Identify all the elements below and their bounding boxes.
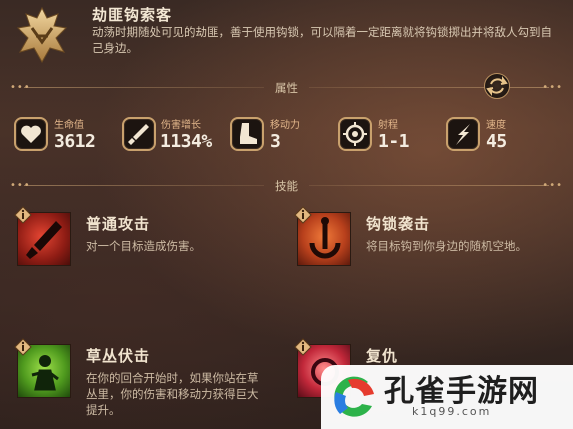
stat-speed [446, 117, 480, 151]
info-icon[interactable] [14, 338, 32, 356]
watermark-text: 孔雀手游网 [384, 374, 539, 409]
stat-label: 速度 [486, 120, 506, 131]
skill-description: 在你的回合开始时，如果你站在草丛里，你的伤害和移动力获得巨大提升。 [86, 371, 259, 417]
stat-label: 移动力 [270, 120, 300, 131]
stat-label: 生命值 [54, 120, 84, 131]
stat-movement [230, 117, 264, 151]
stat-value: 3612 [54, 131, 96, 152]
attributes-divider: ••• 属性 ••• [10, 81, 563, 95]
watermark-logo-icon [334, 376, 374, 417]
stat-label: 伤害增长 [161, 120, 201, 131]
info-icon[interactable] [14, 206, 32, 224]
skill-card[interactable]: 钩锁袭击 将目标钩到你身边的随机空地。 [294, 206, 564, 276]
stat-value: 1-1 [378, 131, 410, 152]
heart-icon [14, 117, 48, 151]
boot-icon [230, 117, 264, 151]
skill-name: 草丛伏击 [86, 347, 151, 365]
skill-card[interactable]: 草丛伏击 在你的回合开始时，如果你站在草丛里，你的伤害和移动力获得巨大提升。 [14, 338, 294, 418]
skill-name: 复仇 [366, 347, 399, 365]
swap-view-button[interactable] [484, 73, 510, 99]
target-icon [338, 117, 372, 151]
skills-heading: 技能 [275, 179, 298, 193]
skill-card[interactable]: 普通攻击 对一个目标造成伤害。 [14, 206, 274, 276]
stat-value: 45 [486, 131, 507, 152]
unit-description: 动荡时期随处可见的劫匪，善于使用钩锁，可以隔着一定距离就将钩锁掷出并将敌人勾到自… [92, 25, 552, 55]
stat-value: 3 [270, 131, 281, 152]
unit-name: 劫匪钩索客 [92, 6, 173, 24]
skill-description: 将目标钩到你身边的随机空地。 [366, 239, 527, 253]
stat-range [338, 117, 372, 151]
skill-name: 钩锁袭击 [366, 215, 431, 233]
stat-value: 1134% [160, 131, 212, 152]
watermark-url: k1q99.com [412, 405, 492, 418]
sword-icon [122, 117, 156, 151]
skills-divider: ••• 技能 ••• [10, 179, 563, 193]
swap-arrows-icon [486, 76, 508, 96]
skill-name: 普通攻击 [86, 215, 151, 233]
unit-class-crest-icon [16, 6, 68, 64]
stat-label: 射程 [378, 120, 398, 131]
attributes-heading: 属性 [275, 81, 298, 95]
speed-icon [446, 117, 480, 151]
skill-description: 对一个目标造成伤害。 [86, 239, 201, 253]
stat-hp [14, 117, 48, 151]
info-icon[interactable] [294, 338, 312, 356]
info-icon[interactable] [294, 206, 312, 224]
stat-damage [122, 117, 156, 151]
